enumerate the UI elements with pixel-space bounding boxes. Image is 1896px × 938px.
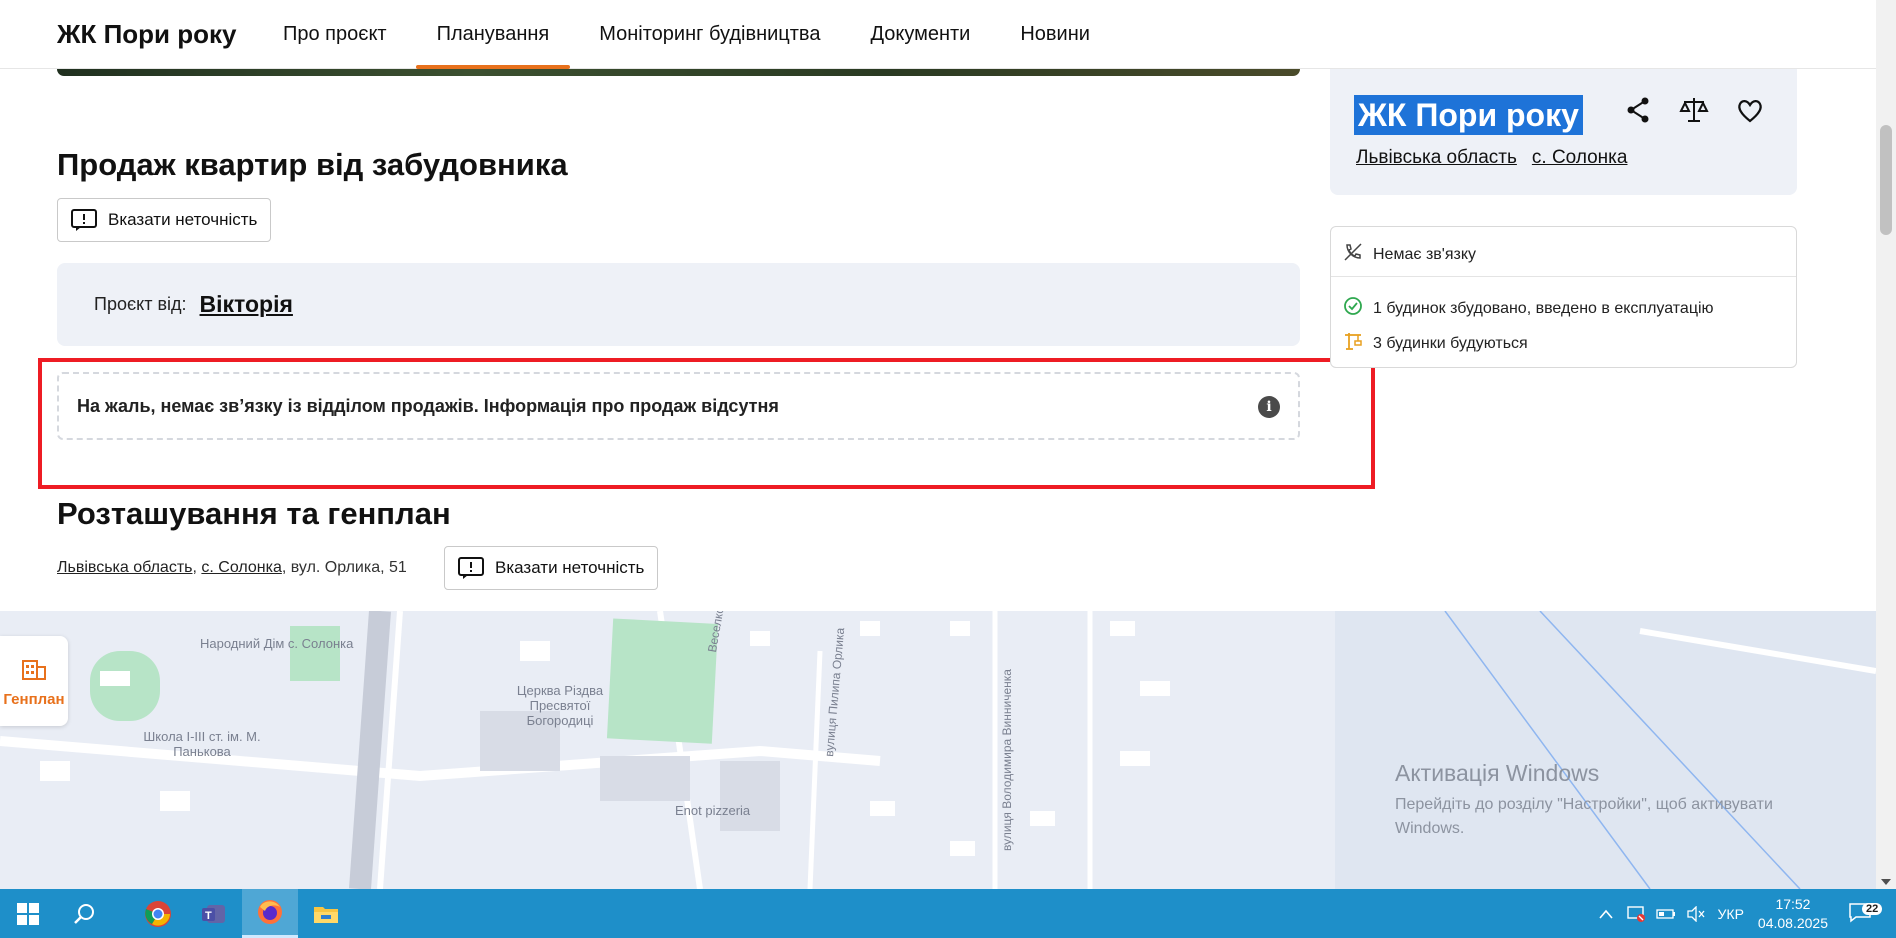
info-icon[interactable]: i [1258, 396, 1280, 418]
main-nav: Про проєкт Планування Моніторинг будівни… [262, 0, 1119, 69]
sales-notice-text: На жаль, немає зв’язку із відділом прода… [77, 395, 779, 416]
developer-label: Проєкт від: [94, 294, 187, 314]
map-label-pizzeria: Enot pizzeria [675, 803, 751, 818]
clock-date: 04.08.2025 [1757, 914, 1828, 931]
project-summary-card: ЖК Пори року Львівська область с. Солонк… [1330, 69, 1797, 195]
address-row: Львівська область, с. Солонка , вул. Орл… [57, 559, 407, 577]
battery-icon[interactable] [1652, 908, 1680, 920]
share-icon[interactable] [1623, 95, 1653, 125]
sales-title: Продаж квартир від забудовника [57, 147, 568, 182]
scroll-down-arrow[interactable] [1881, 879, 1891, 885]
map-label-vynnychenka: вулиця Володимира Винниченка [1000, 669, 1014, 851]
project-status-card: Немає зв'язку 1 будинок збудовано, введе… [1330, 226, 1797, 368]
search-icon [74, 903, 94, 924]
genplan-label: Генплан [3, 690, 65, 708]
taskbar-firefox[interactable] [242, 889, 298, 938]
map-label-people-house: Народний Дім с. Солонка [200, 636, 354, 651]
nav-monitoring[interactable]: Моніторинг будівництва [578, 0, 841, 69]
windows-taskbar: T УКР 17:52 04.08.2025 22 [0, 889, 1896, 938]
site-header: ЖК Пори року Про проєкт Планування Моніт… [0, 0, 1876, 69]
report-inaccuracy-button[interactable]: Вказати неточність [57, 198, 271, 242]
location-report-label: Вказати неточність [495, 558, 645, 577]
search-button[interactable] [56, 889, 112, 938]
nav-news[interactable]: Новини [999, 0, 1111, 69]
location-title: Розташування та генплан [57, 496, 451, 531]
volume-muted-icon[interactable] [1682, 905, 1710, 922]
network-alert-icon[interactable] [1622, 905, 1650, 923]
building-row: 3 будинки будуються [1343, 331, 1528, 356]
address-region-link[interactable]: Львівська область [57, 559, 192, 577]
windows-logo-icon [17, 902, 39, 925]
language-indicator[interactable]: УКР [1718, 906, 1744, 922]
svg-text:T: T [205, 910, 212, 922]
start-button[interactable] [0, 889, 56, 938]
chevron-up-icon[interactable] [1592, 909, 1620, 919]
compare-icon[interactable] [1679, 95, 1709, 125]
map-canvas [0, 611, 1876, 889]
windows-activation-watermark: Активація Windows Перейдіть до розділу "… [1395, 760, 1815, 841]
nav-planning[interactable]: Планування [415, 0, 571, 69]
location-report-button[interactable]: Вказати неточність [444, 546, 658, 590]
report-inaccuracy-label: Вказати неточність [108, 210, 258, 229]
favorite-heart-icon[interactable] [1735, 95, 1765, 125]
developer-box: Проєкт від: Вікторія [57, 263, 1300, 346]
built-text: 1 будинок збудовано, введено в експлуата… [1373, 299, 1714, 317]
nav-documents[interactable]: Документи [849, 0, 991, 69]
folder-icon [314, 906, 338, 923]
page-scrollbar[interactable] [1876, 0, 1896, 889]
clock-time: 17:52 [1775, 895, 1811, 912]
report-icon [458, 557, 484, 579]
check-circle-icon [1343, 296, 1363, 321]
system-tray: УКР 17:52 04.08.2025 22 [1592, 889, 1896, 938]
project-title: ЖК Пори року [1354, 95, 1583, 135]
taskbar-teams[interactable]: T [186, 889, 242, 938]
chrome-icon [145, 900, 171, 927]
report-icon [71, 209, 97, 231]
notification-count: 22 [1862, 903, 1883, 915]
sales-notice: На жаль, немає зв’язку із відділом прода… [57, 372, 1300, 440]
nav-about[interactable]: Про проєкт [262, 0, 408, 69]
teams-icon: T [202, 904, 225, 923]
building-text: 3 будинки будуються [1373, 334, 1528, 352]
no-phone-icon [1343, 242, 1363, 267]
status-divider [1331, 276, 1796, 277]
activation-text: Перейдіть до розділу "Настройки", щоб ак… [1395, 796, 1773, 837]
sidebar-village-link[interactable]: с. Солонка [1532, 147, 1628, 169]
taskbar-explorer[interactable] [298, 889, 354, 938]
map-label-church: Церква Різдва Пресвятої Богородиці [516, 683, 604, 728]
hero-image-bottom [57, 69, 1300, 76]
crane-icon [1343, 331, 1363, 356]
address-village-link[interactable]: с. Солонка [201, 559, 282, 577]
taskbar-chrome[interactable] [130, 889, 186, 938]
genplan-button[interactable]: Генплан [0, 636, 68, 726]
taskbar-clock[interactable]: 17:52 04.08.2025 [1758, 895, 1828, 933]
activation-title: Активація Windows [1395, 760, 1600, 786]
firefox-icon [258, 900, 282, 924]
notifications-button[interactable]: 22 [1848, 901, 1884, 926]
location-map[interactable]: Народний Дім с. Солонка Церква Різдва Пр… [0, 611, 1876, 889]
no-contact-row: Немає зв'язку [1343, 242, 1476, 267]
map-label-school: Школа І-ІІІ ст. ім. М. Панькова [143, 729, 261, 759]
building-icon [22, 659, 46, 680]
address-street: , вул. Орлика, 51 [281, 559, 407, 576]
brand-logo[interactable]: ЖК Пори року [57, 19, 237, 50]
no-contact-text: Немає зв'язку [1373, 245, 1477, 263]
sidebar-region-link[interactable]: Львівська область [1356, 147, 1517, 169]
developer-link[interactable]: Вікторія [200, 291, 293, 318]
built-row: 1 будинок збудовано, введено в експлуата… [1343, 296, 1714, 321]
scroll-thumb[interactable] [1880, 125, 1892, 235]
